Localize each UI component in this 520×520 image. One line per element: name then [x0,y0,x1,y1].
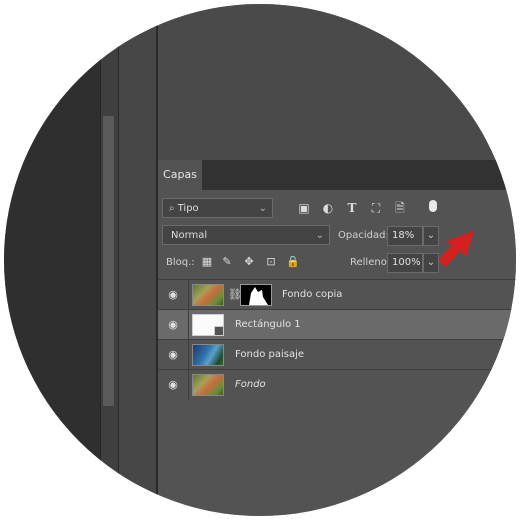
layers-panel: ⌕ Tipo ⌄ ▣ ◐ T ⛶ 🗎 Normal ⌄ Opacidad: 18%… [158,190,516,516]
canvas-area [4,4,100,516]
blend-opacity-row: Normal ⌄ Opacidad: 18% ⌄ [158,223,516,267]
fill-label: Relleno: [350,257,391,268]
tab-layers[interactable]: Capas [158,160,202,190]
lock-artboard-icon[interactable]: ⊡ [264,255,278,269]
blend-mode-value: Normal [171,230,208,241]
layer-row[interactable]: ◉ Rectángulo 1 [158,309,516,340]
layer-thumbnail [192,374,224,396]
filter-kind-select[interactable]: ⌕ Tipo ⌄ [162,198,273,218]
chevron-down-icon: ⌄ [258,203,267,214]
layer-mask-thumbnail[interactable] [240,284,272,306]
lock-position-icon[interactable]: ✥ [242,255,256,269]
layer-thumbnail [192,344,224,366]
opacity-label: Opacidad: [338,230,389,241]
panel-tab-bar: Capas [158,160,516,190]
image-filter-icon[interactable]: ▣ [297,201,311,215]
blend-mode-select[interactable]: Normal ⌄ [162,225,330,245]
lock-image-pixels-icon[interactable]: ✎ [220,255,234,269]
layer-name: Fondo [235,379,266,390]
layer-name: Fondo copia [282,289,343,300]
panel-dock-gap [118,4,157,516]
layer-name: Fondo paisaje [235,349,305,360]
divider [188,310,189,340]
divider [188,340,189,370]
layers-list: ◉ ⛓ Fondo copia ◉ Rectángulo 1 ◉ Fondo p… [158,279,516,400]
layer-filter-row: ⌕ Tipo ⌄ ▣ ◐ T ⛶ 🗎 [158,196,516,222]
smart-object-filter-icon[interactable]: 🗎 [393,201,407,215]
shape-filter-icon[interactable]: ⛶ [369,201,383,215]
lock-fill-row: Bloq.: ▦ ✎ ✥ ⊡ 🔒 Relleno: 100% ⌄ [158,250,516,276]
visibility-eye-icon[interactable]: ◉ [166,288,180,302]
shape-layer-badge-icon [214,326,224,336]
visibility-eye-icon[interactable]: ◉ [166,318,180,332]
visibility-eye-icon[interactable]: ◉ [166,348,180,362]
type-filter-icon[interactable]: T [345,201,359,215]
lock-all-icon[interactable]: 🔒 [286,255,300,269]
scrollbar-thumb[interactable] [103,116,114,406]
filter-toggle[interactable] [429,200,437,212]
adjustment-filter-icon[interactable]: ◐ [321,201,335,215]
divider [188,370,189,400]
layer-name: Rectángulo 1 [235,319,301,330]
layer-row[interactable]: ◉ Fondo paisaje [158,339,516,370]
upper-panel-area [158,4,516,160]
lock-label: Bloq.: [166,257,195,268]
layer-row[interactable]: ◉ ⛓ Fondo copia [158,279,516,310]
fill-dropdown-button[interactable]: ⌄ [423,253,439,273]
divider [188,280,189,310]
link-chain-icon[interactable]: ⛓ [228,287,242,303]
opacity-input[interactable]: 18% [387,226,423,246]
filter-kind-value: Tipo [177,203,199,214]
chevron-down-icon: ⌄ [315,230,324,241]
visibility-eye-icon[interactable]: ◉ [166,378,180,392]
layer-thumbnail [192,284,224,306]
lock-transparent-pixels-icon[interactable]: ▦ [200,255,214,269]
search-icon: ⌕ [169,203,175,214]
layer-row[interactable]: ◉ Fondo [158,369,516,400]
fill-input[interactable]: 100% [387,253,423,273]
circular-crop-frame: Capas ⌕ Tipo ⌄ ▣ ◐ T ⛶ 🗎 Normal ⌄ Opacida… [4,4,516,516]
